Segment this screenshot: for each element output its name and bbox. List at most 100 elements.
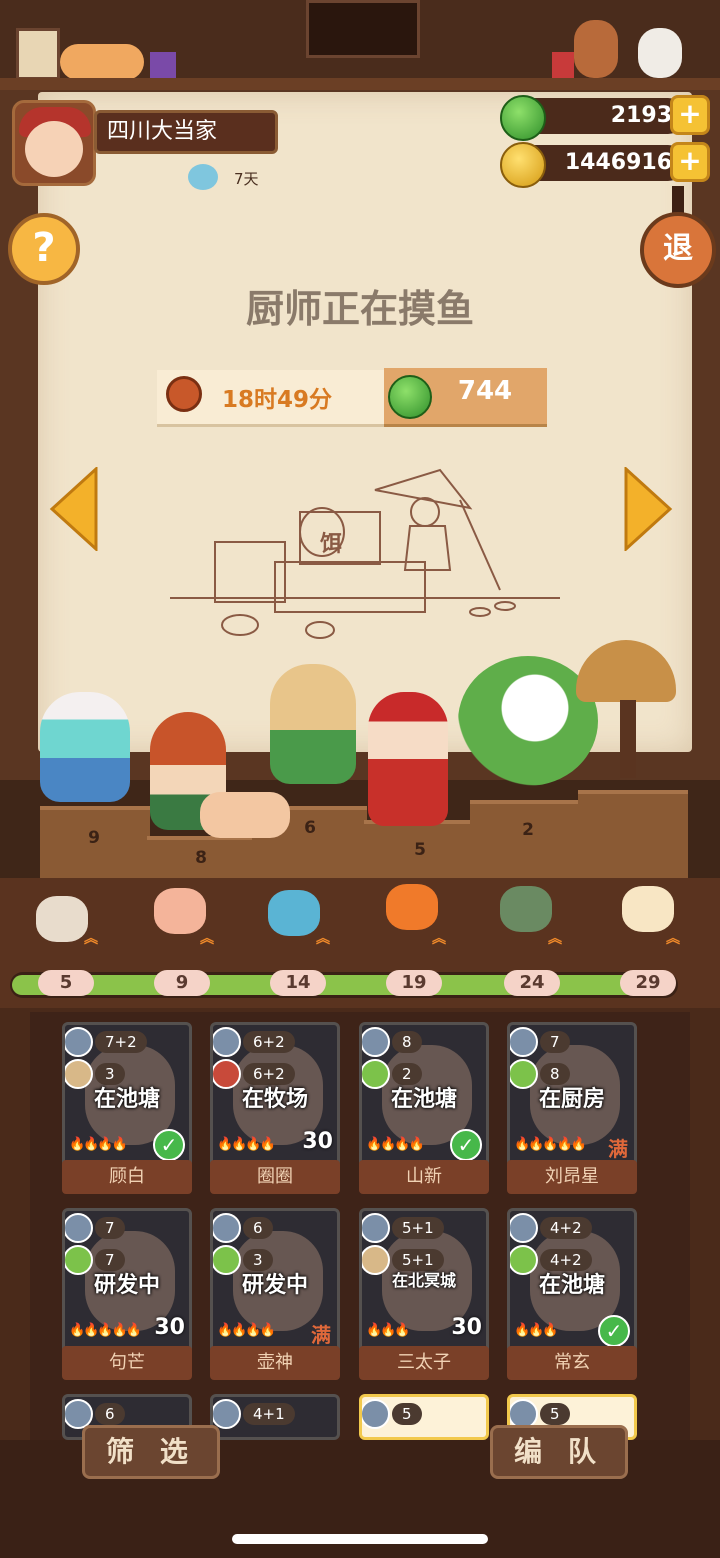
flame-rating-icon: 🔥🔥🔥🔥: [217, 1323, 276, 1338]
chef-card[interactable]: 5+1 5+1 在北冥城 🔥🔥🔥 30: [359, 1208, 489, 1354]
chef-name: 常玄: [507, 1346, 637, 1380]
fishing-stat-value: 5: [540, 1403, 570, 1425]
step-number: 8: [195, 848, 207, 868]
chef-card[interactable]: 7 8 在厨房 🔥🔥🔥🔥🔥 满: [507, 1022, 637, 1168]
fishing-stat-value: 7: [95, 1217, 125, 1239]
fishing-stat-value: 8: [392, 1031, 422, 1053]
stage-step: 8: [147, 836, 257, 878]
previous-arrow-icon[interactable]: [48, 467, 98, 551]
chef-card[interactable]: 7 7 研发中 🔥🔥🔥🔥🔥 30: [62, 1208, 192, 1354]
fish-icon[interactable]: [268, 890, 320, 936]
add-coins-button[interactable]: +: [670, 142, 710, 182]
filter-button[interactable]: 筛 选: [82, 1425, 220, 1479]
shrimp-icon[interactable]: [154, 888, 206, 934]
fishing-basket-icon: [188, 164, 218, 190]
card-count: 30: [451, 1315, 482, 1340]
status-title: 厨师正在摸鱼: [245, 287, 474, 331]
level-marker: 5: [38, 970, 94, 996]
level-marker: 29: [620, 970, 676, 996]
flame-rating-icon: 🔥🔥🔥🔥: [366, 1137, 425, 1152]
cup-icon: [552, 52, 574, 78]
fishing-stat-icon: [65, 1027, 93, 1057]
fishing-stat-value: 7: [540, 1031, 570, 1053]
jade-icon: [500, 95, 546, 141]
alarm-clock-icon: [166, 376, 202, 412]
timer-text: 18时49分: [222, 387, 333, 413]
character-figure-icon: [574, 20, 618, 78]
chef-status: 研发中: [241, 1273, 308, 1298]
fishing-stat-value: 4+2: [540, 1217, 592, 1239]
flame-rating-icon: 🔥🔥🔥🔥🔥: [514, 1137, 587, 1152]
wall-frame-icon: [16, 28, 60, 80]
add-jade-button[interactable]: +: [670, 95, 710, 135]
fishing-stat-icon: [65, 1213, 93, 1243]
card-count: 30: [154, 1315, 185, 1340]
level-marker: 9: [154, 970, 210, 996]
fishing-stat-icon: [213, 1399, 241, 1429]
chef-status: 研发中: [93, 1273, 160, 1298]
chef-card[interactable]: 4+1: [210, 1394, 340, 1440]
chef-card[interactable]: 5: [359, 1394, 489, 1440]
chef-figure[interactable]: [368, 692, 448, 826]
fin-icon[interactable]: [622, 886, 674, 932]
upgrade-arrow-icon: ︽: [548, 931, 562, 947]
chef-status: 在牧场: [241, 1087, 308, 1112]
exit-button[interactable]: 退: [640, 212, 716, 288]
upgrade-arrow-icon: ︽: [316, 931, 330, 947]
chef-name: 壶神: [210, 1346, 340, 1380]
chef-name: 圈圈: [210, 1160, 340, 1194]
chef-card[interactable]: 6 3 研发中 🔥🔥🔥🔥 满: [210, 1208, 340, 1354]
step-number: 2: [522, 820, 534, 840]
chef-name: 山新: [359, 1160, 489, 1194]
card-count: 30: [302, 1129, 333, 1154]
chef-card[interactable]: 6+2 6+2 在牧场 🔥🔥🔥🔥 30: [210, 1022, 340, 1168]
fishing-stat-icon: [362, 1399, 390, 1429]
checkmark-icon: ✓: [598, 1315, 630, 1347]
level-marker: 24: [504, 970, 560, 996]
flame-rating-icon: 🔥🔥🔥🔥🔥: [69, 1323, 142, 1338]
days-label: 7天: [234, 170, 259, 188]
chef-status: 在池塘: [538, 1273, 605, 1298]
jar-icon: [150, 52, 176, 80]
chef-card[interactable]: 8 2 在池塘 🔥🔥🔥🔥 ✓: [359, 1022, 489, 1168]
chef-name: 刘昂星: [507, 1160, 637, 1194]
home-indicator[interactable]: [232, 1534, 488, 1544]
stage-step: 2: [470, 800, 582, 878]
help-button[interactable]: ?: [8, 213, 80, 285]
dish-bowl-icon: [200, 792, 290, 838]
fishing-stat-value: 6: [243, 1217, 273, 1239]
checkmark-icon: ✓: [450, 1129, 482, 1161]
goldfish-icon[interactable]: [386, 884, 438, 930]
chef-status: 在厨房: [538, 1087, 605, 1112]
chef-card[interactable]: 4+2 4+2 在池塘 🔥🔥🔥 ✓: [507, 1208, 637, 1354]
step-number: 5: [414, 840, 426, 860]
flame-rating-icon: 🔥🔥🔥🔥: [69, 1137, 128, 1152]
fishing-stat-value: 6+2: [243, 1031, 295, 1053]
full-label: 满: [311, 1323, 331, 1347]
next-arrow-icon[interactable]: [624, 467, 674, 551]
flame-rating-icon: 🔥🔥🔥🔥: [217, 1137, 276, 1152]
chef-status: 在池塘: [390, 1087, 457, 1112]
level-marker: 14: [270, 970, 326, 996]
top-shelf: [0, 0, 720, 90]
fishing-stat-value: 6: [95, 1403, 125, 1425]
owl-figure-icon: [638, 28, 682, 78]
exit-hanger: [672, 186, 684, 214]
progress-fill: [12, 975, 674, 995]
upgrade-arrow-icon: ︽: [84, 931, 98, 947]
chef-card[interactable]: 7+2 3 在池塘 🔥🔥🔥🔥 ✓: [62, 1022, 192, 1168]
flame-rating-icon: 🔥🔥🔥: [366, 1323, 411, 1338]
chef-figure[interactable]: [40, 692, 130, 802]
shell-icon[interactable]: [36, 896, 88, 942]
player-avatar[interactable]: [12, 100, 96, 186]
crab-icon[interactable]: [500, 886, 552, 932]
reward-amount: 744: [457, 376, 513, 406]
upgrade-arrow-icon: ︽: [200, 931, 214, 947]
jade-icon: [388, 375, 432, 419]
chef-figure[interactable]: [270, 664, 356, 784]
chef-name: 句芒: [62, 1346, 192, 1380]
bait-sign-text: 饵: [319, 532, 342, 557]
flame-rating-icon: 🔥🔥🔥: [514, 1323, 559, 1338]
team-button[interactable]: 编 队: [490, 1425, 628, 1479]
stage-step: 5: [364, 820, 476, 878]
